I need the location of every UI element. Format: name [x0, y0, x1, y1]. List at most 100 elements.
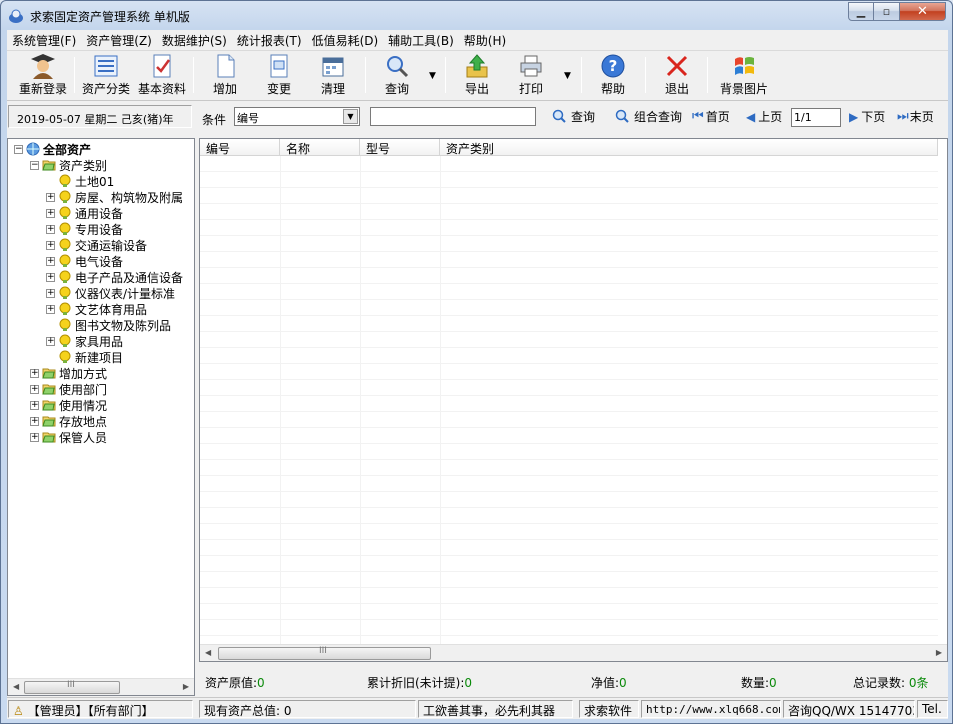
maximize-button[interactable]: ▫: [874, 2, 900, 21]
menu-report[interactable]: 统计报表(T): [232, 32, 307, 49]
expand-icon[interactable]: +: [30, 385, 39, 394]
clear-button[interactable]: 清理: [309, 53, 357, 98]
menu-help[interactable]: 帮助(H): [459, 32, 511, 49]
tree-group[interactable]: +使用情况: [30, 397, 107, 413]
column-header-name[interactable]: 名称: [280, 139, 360, 156]
table-row[interactable]: [200, 524, 938, 540]
column-header-model[interactable]: 型号: [360, 139, 440, 156]
menu-lowvalue[interactable]: 低值易耗(D): [307, 32, 384, 49]
table-row[interactable]: [200, 428, 938, 444]
table-row[interactable]: [200, 172, 938, 188]
expand-icon[interactable]: +: [46, 273, 55, 282]
page-input[interactable]: 1/1: [791, 108, 841, 127]
next-page-link[interactable]: ▶ 下页: [849, 108, 885, 125]
table-row[interactable]: [200, 588, 938, 604]
basic-data-button[interactable]: 基本资料: [135, 53, 189, 98]
table-row[interactable]: [200, 444, 938, 460]
add-button[interactable]: 增加: [201, 53, 249, 98]
close-button[interactable]: ✕: [900, 2, 946, 21]
combo-query-link[interactable]: 组合查询: [615, 108, 682, 125]
expand-icon[interactable]: +: [46, 193, 55, 202]
asset-category-button[interactable]: 资产分类: [79, 53, 133, 98]
print-button[interactable]: 打印: [507, 53, 555, 98]
exit-button[interactable]: 退出: [653, 53, 701, 98]
prev-page-link[interactable]: ◀ 上页: [746, 108, 782, 125]
tree-group[interactable]: +增加方式: [30, 365, 107, 381]
table-row[interactable]: [200, 604, 938, 620]
first-page-link[interactable]: ⏮ 首页: [692, 108, 730, 125]
tree-group[interactable]: +存放地点: [30, 413, 107, 429]
expand-icon[interactable]: +: [30, 401, 39, 410]
collapse-icon[interactable]: −: [30, 161, 39, 170]
last-page-link[interactable]: ⏭ 末页: [897, 108, 934, 125]
search-input[interactable]: [370, 107, 536, 126]
scroll-left-icon[interactable]: ◀: [205, 648, 211, 657]
table-row[interactable]: [200, 380, 938, 396]
column-header-code[interactable]: 编号: [200, 139, 280, 156]
tree-item[interactable]: +交通运输设备: [46, 237, 147, 253]
query-link[interactable]: 查询: [552, 108, 595, 125]
table-row[interactable]: [200, 572, 938, 588]
query-button[interactable]: 查询: [373, 53, 421, 98]
change-button[interactable]: 变更: [255, 53, 303, 98]
column-header-category[interactable]: 资产类别: [440, 139, 938, 156]
tree-item[interactable]: +文艺体育用品: [46, 301, 147, 317]
tree-item[interactable]: +仪器仪表/计量标准: [46, 285, 175, 301]
table-row[interactable]: [200, 508, 938, 524]
status-url[interactable]: http://www.xlq668.com: [641, 700, 781, 718]
tree-category[interactable]: − 资产类别: [30, 157, 107, 173]
export-button[interactable]: 导出: [453, 53, 501, 98]
table-row[interactable]: [200, 620, 938, 636]
relogin-button[interactable]: 重新登录: [13, 53, 73, 98]
table-row[interactable]: [200, 204, 938, 220]
table-row[interactable]: [200, 476, 938, 492]
menu-asset[interactable]: 资产管理(Z): [81, 32, 157, 49]
expand-icon[interactable]: +: [46, 225, 55, 234]
table-row[interactable]: [200, 540, 938, 556]
tree-item[interactable]: +通用设备: [46, 205, 123, 221]
tree-item[interactable]: +专用设备: [46, 221, 123, 237]
table-row[interactable]: [200, 348, 938, 364]
tree-horizontal-scrollbar[interactable]: ◀ III ▶: [8, 678, 194, 695]
background-image-button[interactable]: 背景图片: [713, 53, 775, 98]
tree-item[interactable]: 新建项目: [46, 349, 123, 365]
expand-icon[interactable]: +: [46, 257, 55, 266]
expand-icon[interactable]: +: [46, 241, 55, 250]
table-row[interactable]: [200, 332, 938, 348]
table-row[interactable]: [200, 364, 938, 380]
menu-data[interactable]: 数据维护(S): [157, 32, 232, 49]
scroll-left-icon[interactable]: ◀: [13, 682, 19, 691]
table-row[interactable]: [200, 236, 938, 252]
table-row[interactable]: [200, 316, 938, 332]
tree-group[interactable]: +使用部门: [30, 381, 107, 397]
scroll-right-icon[interactable]: ▶: [183, 682, 189, 691]
table-row[interactable]: [200, 156, 938, 172]
table-row[interactable]: [200, 284, 938, 300]
menu-tools[interactable]: 辅助工具(B): [383, 32, 459, 49]
table-row[interactable]: [200, 268, 938, 284]
expand-icon[interactable]: +: [46, 305, 55, 314]
tree-item[interactable]: 土地01: [46, 173, 114, 189]
tree-group[interactable]: +保管人员: [30, 429, 107, 445]
expand-icon[interactable]: +: [46, 209, 55, 218]
collapse-icon[interactable]: −: [14, 145, 23, 154]
table-row[interactable]: [200, 188, 938, 204]
expand-icon[interactable]: +: [30, 369, 39, 378]
scroll-right-icon[interactable]: ▶: [936, 648, 942, 657]
query-dropdown-icon[interactable]: ▼: [429, 71, 436, 81]
tree-item[interactable]: +家具用品: [46, 333, 123, 349]
table-row[interactable]: [200, 412, 938, 428]
expand-icon[interactable]: +: [46, 289, 55, 298]
table-horizontal-scrollbar[interactable]: ◀ III ▶: [200, 644, 947, 661]
tree-root[interactable]: − 全部资产: [14, 141, 91, 157]
tree-item[interactable]: +房屋、构筑物及附属: [46, 189, 183, 205]
expand-icon[interactable]: +: [30, 433, 39, 442]
tree-item[interactable]: +电子产品及通信设备: [46, 269, 183, 285]
tree-item[interactable]: +电气设备: [46, 253, 123, 269]
print-dropdown-icon[interactable]: ▼: [564, 71, 571, 81]
expand-icon[interactable]: +: [46, 337, 55, 346]
table-row[interactable]: [200, 460, 938, 476]
table-row[interactable]: [200, 396, 938, 412]
table-row[interactable]: [200, 556, 938, 572]
tree-item[interactable]: 图书文物及陈列品: [46, 317, 171, 333]
